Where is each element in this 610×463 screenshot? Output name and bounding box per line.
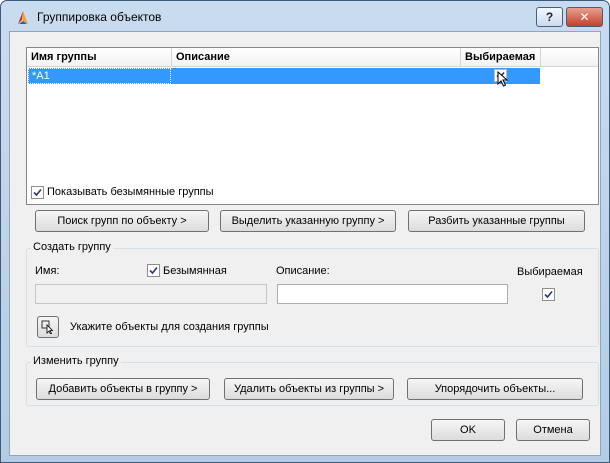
mouse-cursor-icon (497, 71, 509, 87)
column-header-filler (541, 48, 598, 67)
create-group-title: Создать группу (31, 241, 113, 253)
name-label: Имя: (35, 265, 60, 277)
help-button[interactable]: ? (536, 7, 563, 27)
selectable-checkbox[interactable] (542, 288, 555, 301)
window-title: Группировка объектов (37, 10, 162, 24)
description-label: Описание: (276, 265, 330, 277)
column-header-name[interactable]: Имя группы (27, 48, 172, 67)
highlight-group-button[interactable]: Выделить указанную группу > (220, 210, 396, 232)
dialog-window: Группировка объектов ? ✕ Имя группы Опис… (0, 0, 610, 463)
group-name-field[interactable] (35, 284, 267, 304)
dialog-body: Имя группы Описание Выбираемая *A1 Показ… (9, 31, 601, 456)
change-group-title: Изменить группу (31, 355, 121, 367)
row-description-cell[interactable] (171, 68, 460, 84)
check-icon (33, 188, 42, 197)
reorder-objects-button[interactable]: Упорядочить объекты... (407, 378, 583, 400)
check-icon (544, 290, 553, 299)
show-unnamed-label[interactable]: Показывать безымянные группы (47, 186, 214, 198)
show-unnamed-checkbox[interactable] (31, 186, 44, 199)
title-bar[interactable]: Группировка объектов ? ✕ (1, 1, 609, 31)
cancel-button[interactable]: Отмена (516, 419, 590, 441)
check-icon (149, 266, 158, 275)
column-header-description[interactable]: Описание (172, 48, 461, 67)
column-header-selectable[interactable]: Выбираемая (461, 48, 541, 67)
app-icon (18, 11, 28, 24)
unnamed-checkbox[interactable] (147, 264, 160, 277)
find-group-by-object-button[interactable]: Поиск групп по объекту > (35, 210, 209, 232)
group-list[interactable]: Имя группы Описание Выбираемая *A1 (26, 47, 599, 205)
explode-groups-button[interactable]: Разбить указанные группы (408, 210, 585, 232)
remove-objects-button[interactable]: Удалить объекты из группы > (224, 378, 394, 400)
list-header: Имя группы Описание Выбираемая (27, 48, 598, 67)
unnamed-label[interactable]: Безымянная (163, 265, 227, 277)
select-objects-label: Укажите объекты для создания группы (70, 321, 269, 333)
selectable-label: Выбираемая (517, 266, 583, 278)
group-description-field[interactable] (277, 284, 508, 304)
select-objects-icon (41, 320, 54, 334)
add-objects-button[interactable]: Добавить объекты в группу > (36, 378, 210, 400)
row-name-cell[interactable]: *A1 (28, 68, 171, 84)
ok-button[interactable]: OK (431, 419, 505, 441)
close-button[interactable]: ✕ (566, 7, 603, 27)
table-row[interactable]: *A1 (28, 68, 540, 87)
select-objects-button[interactable] (37, 316, 59, 338)
row-selectable-cell[interactable] (460, 68, 540, 87)
